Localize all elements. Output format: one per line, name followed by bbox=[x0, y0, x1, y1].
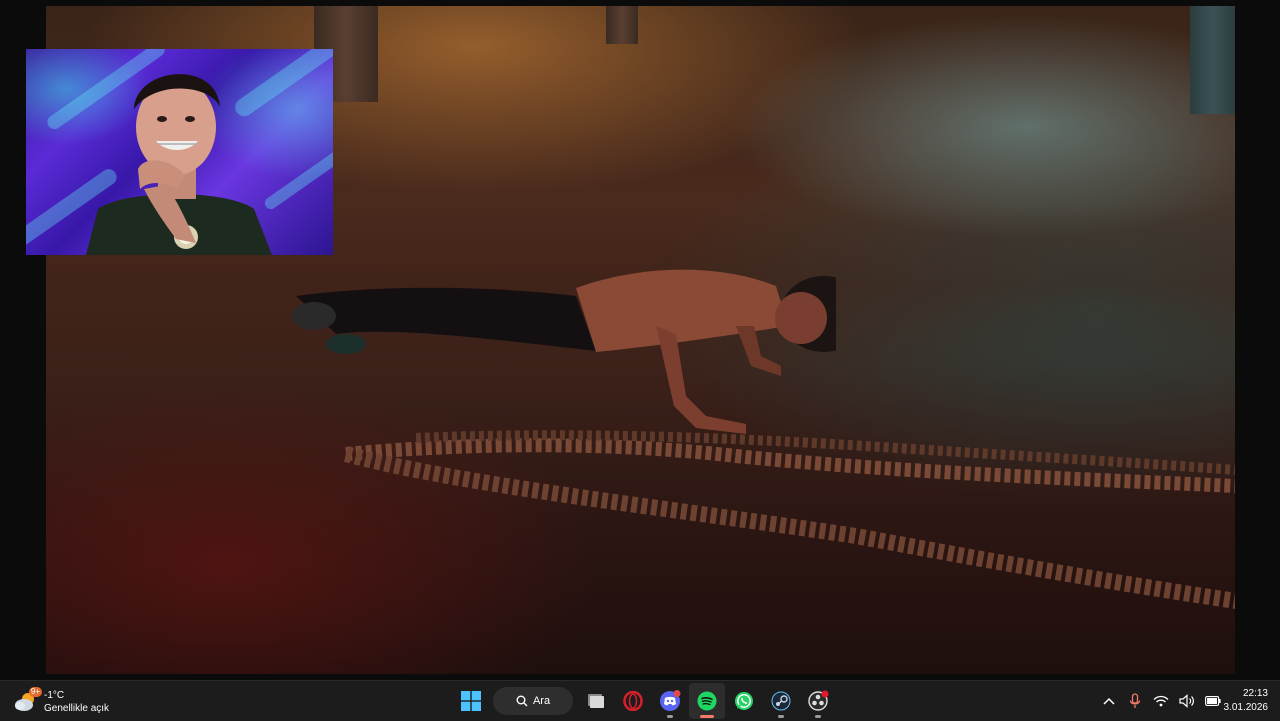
microphone-in-use-button[interactable] bbox=[1122, 683, 1148, 719]
volume-icon bbox=[1179, 694, 1194, 708]
spotify-icon bbox=[697, 691, 716, 711]
opera-icon bbox=[622, 691, 643, 711]
taskbar-search[interactable]: Ara bbox=[493, 687, 573, 715]
running-indicator bbox=[777, 715, 784, 718]
weather-condition: Genellikle açık bbox=[44, 703, 110, 714]
volume-button[interactable] bbox=[1174, 683, 1200, 719]
search-label: Ara bbox=[532, 695, 551, 707]
taskbar-obs[interactable] bbox=[800, 683, 836, 719]
taskbar-file-explorer[interactable] bbox=[578, 683, 614, 719]
weather-temperature: -1°C bbox=[44, 690, 65, 701]
network-button[interactable] bbox=[1148, 683, 1174, 719]
discord-icon bbox=[659, 690, 680, 711]
whatsapp-icon bbox=[734, 692, 753, 710]
weather-alert-badge: 9+ bbox=[28, 687, 42, 697]
windows-logo-icon bbox=[460, 691, 481, 711]
active-indicator bbox=[699, 715, 714, 718]
running-indicator bbox=[666, 715, 673, 718]
weather-widget[interactable]: 9+ -1°C Genellikle açık bbox=[14, 687, 109, 717]
obs-icon bbox=[807, 690, 828, 711]
taskbar-whatsapp[interactable] bbox=[726, 683, 762, 719]
webcam-overlay bbox=[26, 49, 333, 255]
clock-time: 22:13 bbox=[1242, 688, 1268, 699]
taskbar-clock[interactable]: 22:13 3.01.2026 bbox=[1216, 687, 1269, 715]
taskbar-opera[interactable] bbox=[615, 683, 651, 719]
steam-icon bbox=[771, 691, 790, 711]
search-icon bbox=[516, 695, 528, 707]
clock-date: 3.01.2026 bbox=[1223, 702, 1269, 713]
wifi-icon bbox=[1153, 695, 1169, 707]
background-pillar bbox=[606, 6, 638, 44]
partly-cloudy-icon: 9+ bbox=[14, 687, 42, 713]
show-hidden-icons-button[interactable] bbox=[1096, 683, 1122, 719]
microphone-icon bbox=[1129, 693, 1141, 708]
pushup-figure bbox=[292, 269, 836, 434]
taskbar-discord[interactable] bbox=[652, 683, 688, 719]
battle-rope bbox=[343, 430, 1235, 609]
background-pillar bbox=[1190, 6, 1235, 114]
chevron-up-icon bbox=[1103, 697, 1115, 705]
running-indicator bbox=[814, 715, 821, 718]
taskbar-spotify[interactable] bbox=[688, 683, 725, 719]
start-button[interactable] bbox=[453, 683, 489, 719]
folder-icon bbox=[587, 694, 604, 708]
taskbar-steam[interactable] bbox=[763, 683, 799, 719]
taskbar-apps: Ara bbox=[452, 683, 836, 719]
taskbar: 9+ -1°C Genellikle açık Ara 22:13 3.01.2… bbox=[0, 680, 1280, 721]
streamer-figure bbox=[86, 74, 272, 255]
system-tray bbox=[1096, 683, 1226, 719]
